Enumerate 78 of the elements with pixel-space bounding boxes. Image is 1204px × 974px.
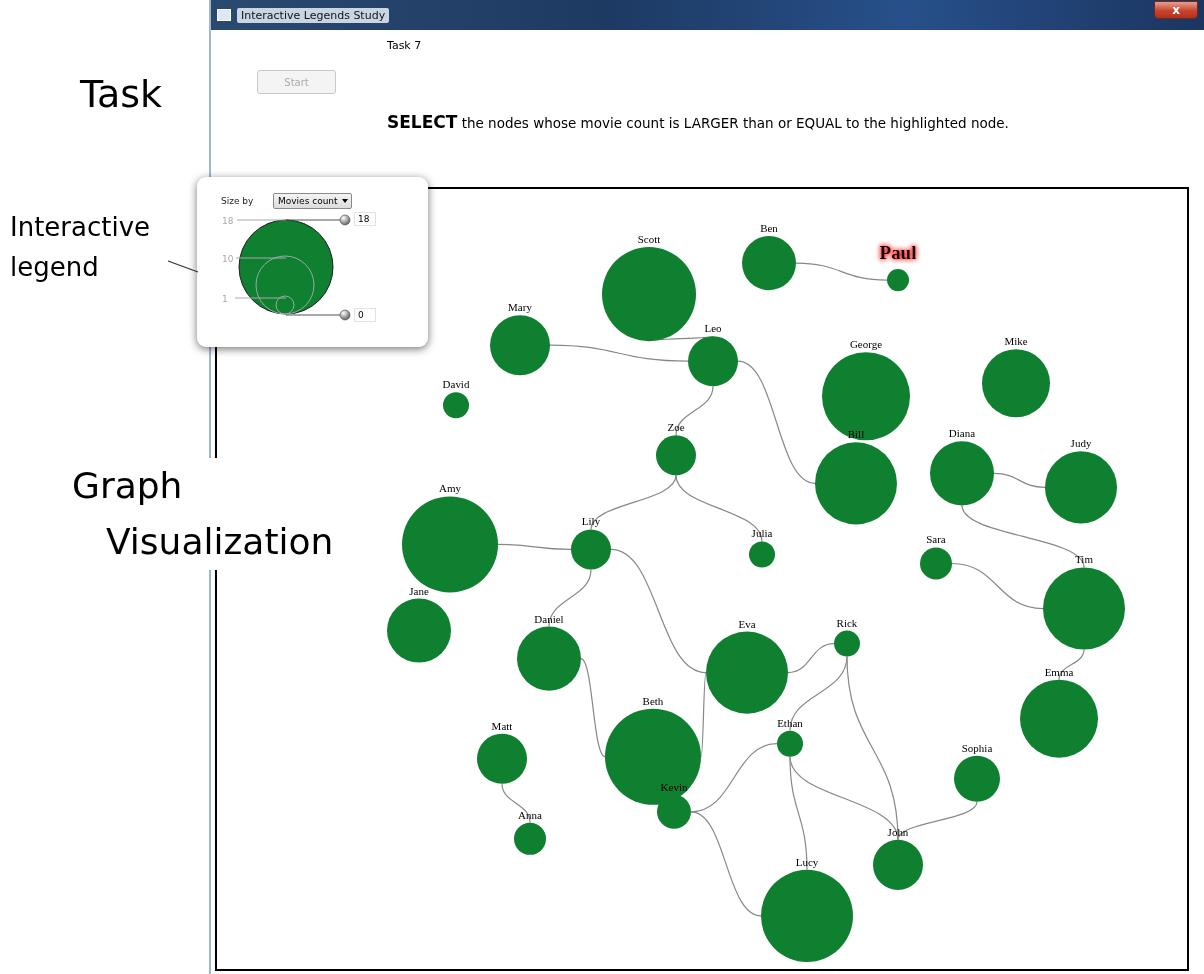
scale-label: 1	[222, 294, 228, 304]
graph-node[interactable]	[706, 631, 788, 714]
node-label: Jane	[409, 584, 429, 597]
slider-handle[interactable]	[339, 214, 351, 226]
node-label: Mary	[508, 301, 532, 314]
min-field[interactable]: 0	[354, 308, 376, 322]
node-label: Mike	[1004, 335, 1028, 348]
scale-label: 18	[222, 216, 234, 226]
graph-node[interactable]	[982, 349, 1050, 418]
node-label: Tim	[1075, 553, 1093, 566]
graph-node[interactable]	[920, 547, 952, 580]
node-label: Sophia	[961, 741, 993, 754]
node-label: Lily	[581, 515, 601, 528]
node-label: Daniel	[534, 612, 564, 625]
graph-node[interactable]	[930, 441, 994, 506]
graph-node[interactable]	[954, 755, 1000, 802]
graph-node[interactable]	[1043, 567, 1125, 650]
graph-node[interactable]	[514, 822, 546, 855]
graph-node[interactable]	[749, 541, 775, 568]
graph-node[interactable]	[834, 630, 860, 657]
graph-node[interactable]	[656, 435, 696, 476]
task-instruction: SELECT the nodes whose movie count is LARGER than or EQUAL to the highlighted node.	[387, 112, 1010, 132]
size-by-label: Size by	[221, 196, 254, 206]
node-label: Lucy	[795, 855, 819, 868]
graph-node[interactable]	[443, 392, 469, 419]
slider-handle[interactable]	[339, 309, 351, 321]
node-label: Eva	[738, 617, 756, 630]
node-label: Ethan	[777, 716, 803, 729]
node-label: Zoe	[667, 421, 685, 434]
node-label: Diana	[948, 427, 976, 440]
task-title: Task 7	[387, 39, 423, 52]
node-label: John	[887, 825, 909, 838]
max-field[interactable]: 18	[354, 212, 376, 226]
graph-node[interactable]	[887, 269, 909, 292]
graph-node[interactable]	[602, 247, 696, 342]
node-label: Bill	[847, 428, 865, 441]
node-label: Leo	[704, 322, 722, 335]
graph-node[interactable]	[657, 794, 691, 829]
size-dropdown[interactable]: Movies count	[273, 193, 352, 209]
close-button[interactable]: x	[1154, 1, 1198, 19]
graph-node[interactable]	[742, 236, 796, 291]
graph-node[interactable]	[387, 598, 451, 663]
node-label: Ben	[760, 222, 778, 235]
annotation-label: Interactive legend	[10, 211, 151, 285]
node-label: Anna	[518, 808, 542, 821]
node-label: Scott	[637, 233, 661, 246]
node-label: David	[442, 378, 470, 391]
graph-node[interactable]	[605, 708, 701, 805]
graph-node[interactable]	[822, 352, 910, 441]
scale-label: 10	[222, 254, 234, 264]
graph-node[interactable]	[571, 529, 611, 570]
node-label: Judy	[1070, 437, 1092, 450]
graph-node[interactable]	[1045, 451, 1117, 524]
leader-line	[167, 260, 199, 273]
node-label: Paul	[879, 242, 917, 264]
window-title: Interactive Legends Study	[237, 7, 390, 23]
node-label: Emma	[1044, 665, 1074, 678]
node-label: George	[849, 338, 883, 351]
window-icon	[217, 9, 231, 21]
graph-node[interactable]	[873, 839, 923, 890]
graph-node[interactable]	[688, 336, 738, 387]
node-label: Matt	[491, 719, 513, 732]
graph-node[interactable]	[402, 496, 498, 593]
graph-node[interactable]	[490, 315, 550, 376]
graph-node[interactable]	[815, 442, 897, 525]
node-label: Julia	[751, 527, 773, 540]
caret-icon	[341, 199, 348, 203]
node-label: Sara	[926, 533, 946, 546]
graph-node[interactable]	[1020, 679, 1098, 758]
graph-node[interactable]	[761, 869, 853, 962]
node-label: Rick	[836, 616, 858, 629]
node-label: Beth	[642, 694, 664, 707]
graph-node[interactable]	[517, 626, 581, 691]
graph-node[interactable]	[477, 733, 527, 784]
graph-node[interactable]	[777, 730, 803, 757]
node-label: Kevin	[660, 780, 688, 793]
node-label: Amy	[439, 482, 461, 495]
graph-edge	[993, 472, 1046, 488]
